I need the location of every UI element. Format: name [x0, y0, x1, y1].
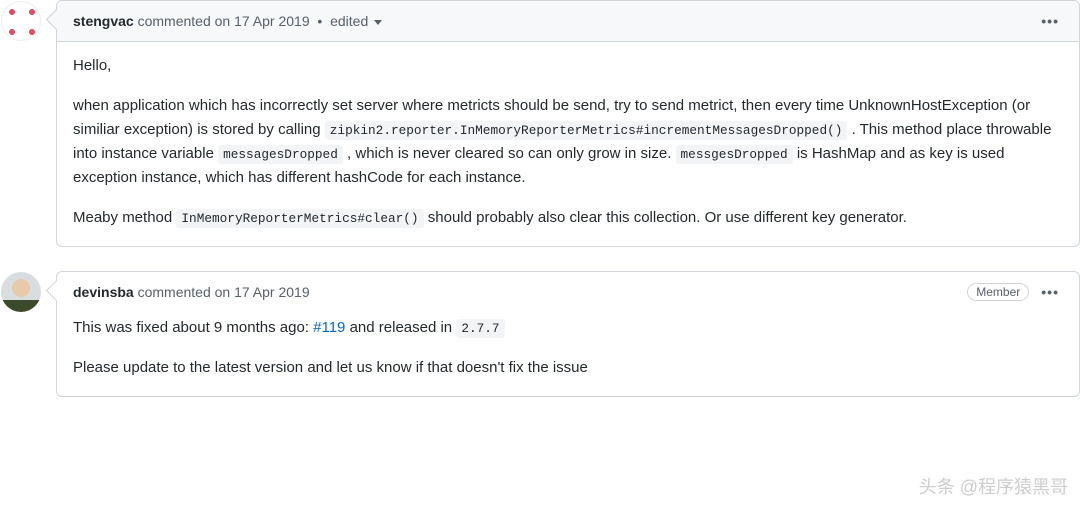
comment-body: This was fixed about 9 months ago: #119 …	[57, 304, 1079, 396]
comment-header: devinsba commented on 17 Apr 2019 Member…	[57, 272, 1079, 304]
issue-link[interactable]: #119	[313, 319, 345, 336]
inline-code: zipkin2.reporter.InMemoryReporterMetrics…	[325, 121, 848, 140]
action-text: commented	[138, 13, 211, 29]
watermark-text: 头条 @程序猿黑哥	[919, 473, 1068, 499]
inline-code: messgesDropped	[676, 145, 793, 164]
inline-code: InMemoryReporterMetrics#clear()	[176, 209, 423, 228]
body-paragraph: when application which has incorrectly s…	[73, 94, 1063, 190]
edited-indicator[interactable]: edited	[330, 13, 382, 29]
comment-date[interactable]: 17 Apr 2019	[234, 13, 310, 29]
author-link[interactable]: devinsba	[73, 284, 134, 300]
comment-date[interactable]: 17 Apr 2019	[234, 284, 310, 300]
comment-block: stengvac commented on 17 Apr 2019 • edit…	[56, 0, 1080, 247]
avatar[interactable]	[1, 1, 41, 41]
on-text: on	[215, 13, 231, 29]
role-badge: Member	[967, 283, 1029, 301]
body-paragraph: Please update to the latest version and …	[73, 356, 1063, 380]
inline-code: messagesDropped	[218, 145, 343, 164]
comment-block: devinsba commented on 17 Apr 2019 Member…	[56, 271, 1080, 397]
comment-body: Hello, when application which has incorr…	[57, 42, 1079, 246]
body-paragraph: This was fixed about 9 months ago: #119 …	[73, 316, 1063, 340]
avatar[interactable]	[1, 272, 41, 312]
body-paragraph: Hello,	[73, 54, 1063, 78]
body-paragraph: Meaby method InMemoryReporterMetrics#cle…	[73, 206, 1063, 230]
comment-header: stengvac commented on 17 Apr 2019 • edit…	[57, 1, 1079, 42]
on-text: on	[215, 284, 231, 300]
inline-code: 2.7.7	[456, 319, 504, 338]
kebab-menu-icon[interactable]: •••	[1037, 280, 1063, 304]
author-link[interactable]: stengvac	[73, 13, 134, 29]
chevron-down-icon	[374, 20, 382, 25]
action-text: commented	[138, 284, 211, 300]
kebab-menu-icon[interactable]: •••	[1037, 9, 1063, 33]
